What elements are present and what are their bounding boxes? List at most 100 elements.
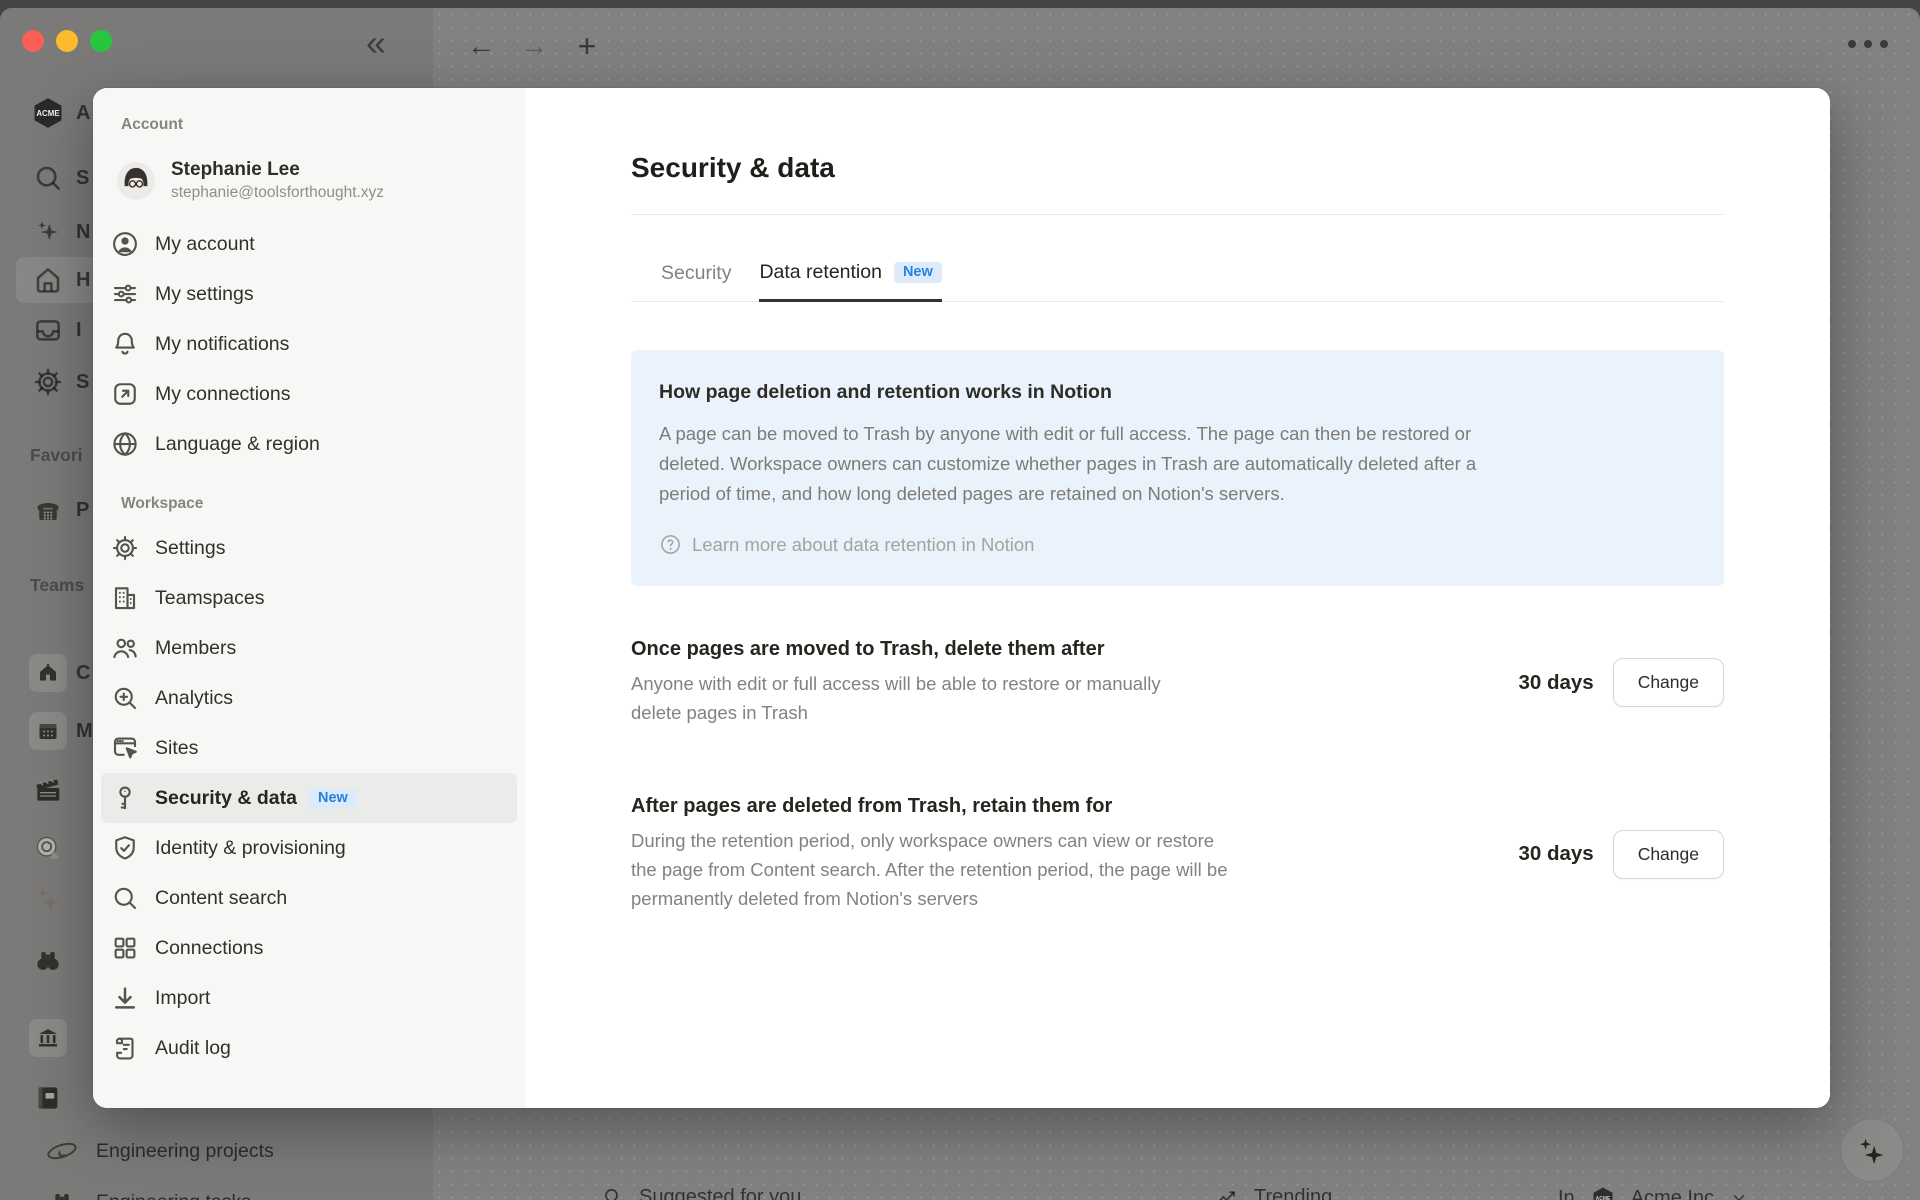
setting-description: Anyone with edit or full access will be …	[631, 669, 1209, 727]
learn-more-label: Learn more about data retention in Notio…	[692, 534, 1034, 556]
label-hint: N	[76, 221, 90, 244]
zoom-window-button[interactable]	[90, 30, 112, 52]
plus-icon: +	[578, 28, 597, 65]
workspace-section-header: Workspace	[121, 495, 525, 513]
sidebar-item-members[interactable]: Members	[101, 623, 517, 673]
bell-icon	[109, 329, 141, 359]
account-user-row[interactable]: Stephanie Lee stephanie@toolsforthought.…	[109, 152, 517, 209]
browser-cursor-icon	[109, 733, 141, 763]
label-hint: I	[76, 319, 82, 342]
settings-sidebar: Account Stephanie Lee stephanie@toolsfor…	[93, 88, 525, 1108]
trash-delete-setting-row: Once pages are moved to Trash, delete th…	[631, 638, 1724, 727]
item-label: Content search	[155, 887, 287, 910]
account-section-header: Account	[121, 116, 525, 134]
favorites-section-header: Favori	[30, 445, 83, 466]
tab-security[interactable]: Security	[661, 261, 731, 301]
info-box-title: How page deletion and retention works in…	[659, 381, 1696, 404]
suggested-for-you-header: Suggested for you	[600, 1186, 801, 1200]
sidebar-item-analytics[interactable]: Analytics	[101, 673, 517, 723]
item-label: Security & data	[155, 787, 297, 810]
search-icon	[28, 162, 68, 194]
ellipsis-icon	[1848, 40, 1856, 48]
workspace-filter[interactable]: In ACME Acme Inc	[1558, 1186, 1748, 1200]
home-badge-icon	[29, 654, 67, 692]
sparkles-icon	[28, 884, 68, 916]
shared-page-label: Engineering tasks	[96, 1191, 251, 1200]
retention-period-setting-row: After pages are deleted from Trash, reta…	[631, 795, 1724, 913]
svg-text:ACME: ACME	[36, 109, 59, 118]
minimize-window-button[interactable]	[56, 30, 78, 52]
scroll-icon	[109, 1033, 141, 1063]
change-button[interactable]: Change	[1613, 658, 1724, 707]
down-arrow-icon	[109, 983, 141, 1013]
sidebar-item-security-data[interactable]: Security & data New	[101, 773, 517, 823]
learn-more-link[interactable]: Learn more about data retention in Notio…	[659, 533, 1696, 556]
clapperboard-icon	[28, 774, 68, 806]
teamspaces-section-header: Teams	[30, 575, 84, 596]
sidebar-item-engineering-tasks[interactable]: Engineering tasks	[0, 1186, 251, 1200]
double-chevron-left-icon: «	[366, 22, 386, 63]
settings-content: Security & data Security Data retention …	[525, 88, 1830, 1108]
user-email: stephanie@toolsforthought.xyz	[171, 184, 384, 203]
forward-button[interactable]: →	[516, 28, 552, 64]
globe-icon	[109, 429, 141, 459]
sidebar-item-my-settings[interactable]: My settings	[101, 269, 517, 319]
calendar-badge-icon	[29, 712, 67, 750]
binoculars-icon	[28, 944, 68, 976]
sidebar-item-import[interactable]: Import	[101, 973, 517, 1023]
item-label: My account	[155, 233, 255, 256]
screen: ← → + « ACME A S	[0, 0, 1920, 1200]
item-label: Settings	[155, 537, 225, 560]
item-label: Language & region	[155, 433, 320, 456]
new-page-button[interactable]: +	[569, 28, 605, 64]
sidebar-item-my-notifications[interactable]: My notifications	[101, 319, 517, 369]
sidebar-item-my-account[interactable]: My account	[101, 219, 517, 269]
arrow-out-box-icon	[109, 379, 141, 409]
sidebar-item-my-connections[interactable]: My connections	[101, 369, 517, 419]
sidebar-item-settings[interactable]: Settings	[101, 523, 517, 573]
sidebar-item-audit-log[interactable]: Audit log	[101, 1023, 517, 1073]
back-button[interactable]: ←	[463, 28, 499, 64]
notion-ai-button[interactable]	[1840, 1118, 1904, 1182]
tab-data-retention[interactable]: Data retention New	[759, 261, 941, 302]
sliders-icon	[109, 279, 141, 309]
sidebar-item-teamspaces[interactable]: Teamspaces	[101, 573, 517, 623]
bank-badge-icon	[29, 1019, 67, 1057]
item-label: My notifications	[155, 333, 289, 356]
item-label: Members	[155, 637, 236, 660]
change-button[interactable]: Change	[1613, 830, 1724, 879]
label-hint: P	[76, 499, 89, 522]
item-label: My settings	[155, 283, 254, 306]
forward-icon: →	[520, 30, 548, 62]
item-label: Import	[155, 987, 210, 1010]
avatar	[117, 162, 155, 200]
planet-doodle-icon	[45, 1134, 79, 1168]
sidebar-item-sites[interactable]: Sites	[101, 723, 517, 773]
workspace-name-label: Acme Inc	[1631, 1187, 1714, 1200]
home-icon	[28, 264, 68, 296]
shared-page-label: Engineering projects	[96, 1140, 274, 1163]
sidebar-item-content-search[interactable]: Content search	[101, 873, 517, 923]
notebook-icon	[28, 1083, 68, 1113]
building-icon	[109, 583, 141, 613]
trending-header: Trending	[1215, 1186, 1332, 1200]
label-hint: S	[76, 167, 89, 190]
sidebar-item-language-region[interactable]: Language & region	[101, 419, 517, 469]
sidebar-item-connections[interactable]: Connections	[101, 923, 517, 973]
sidebar-item-identity-provisioning[interactable]: Identity & provisioning	[101, 823, 517, 873]
setting-title: Once pages are moved to Trash, delete th…	[631, 638, 1498, 661]
chevron-down-icon	[1730, 1189, 1748, 1200]
more-options-button[interactable]	[1848, 40, 1888, 48]
item-label: Teamspaces	[155, 587, 264, 610]
shell-icon	[28, 832, 68, 864]
item-label: Identity & provisioning	[155, 837, 346, 860]
settings-modal: Account Stephanie Lee stephanie@toolsfor…	[93, 88, 1830, 1108]
collapse-sidebar-button[interactable]: «	[366, 22, 386, 64]
gear-icon	[28, 366, 68, 398]
tab-label: Data retention	[759, 261, 882, 284]
suggested-label: Suggested for you	[639, 1186, 801, 1200]
sidebar-item-engineering-projects[interactable]: Engineering projects	[0, 1134, 274, 1168]
close-window-button[interactable]	[22, 30, 44, 52]
new-badge: New	[309, 788, 357, 809]
acme-logo-icon: ACME	[28, 96, 68, 130]
